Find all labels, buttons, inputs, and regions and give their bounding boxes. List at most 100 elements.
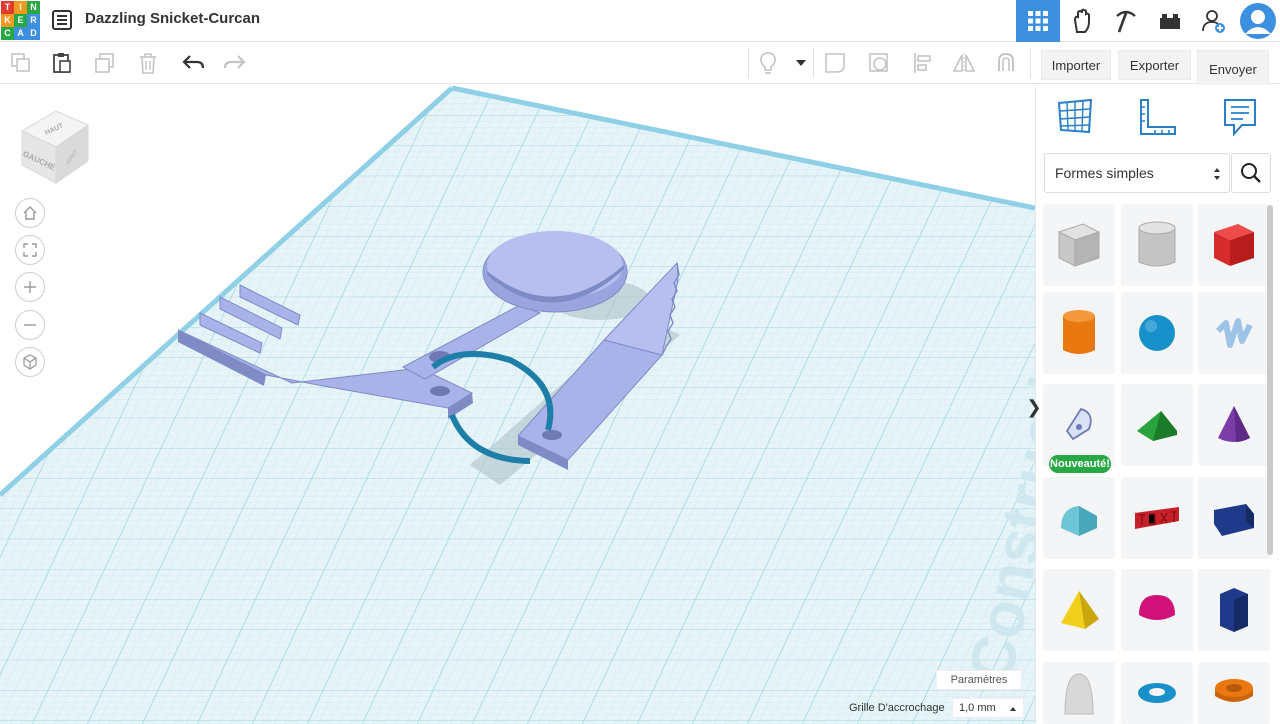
workplane-viewport[interactable]: Construction HAUT GAUCHE AVANT bbox=[0, 85, 1035, 724]
cone-icon bbox=[1218, 406, 1250, 442]
plus-icon bbox=[24, 281, 36, 293]
shape-category-value: Formes simples bbox=[1055, 165, 1154, 181]
scribble-icon bbox=[1215, 318, 1253, 348]
half-sphere-icon bbox=[1139, 595, 1175, 620]
logo-letter: C bbox=[1, 27, 14, 40]
shape-cylinder[interactable] bbox=[1043, 292, 1115, 374]
notes-icon[interactable] bbox=[1222, 97, 1262, 137]
design-list-icon[interactable] bbox=[50, 8, 74, 32]
logo-letter: I bbox=[14, 1, 27, 14]
shapes-scrollbar[interactable] bbox=[1267, 205, 1273, 555]
circuits-icon[interactable] bbox=[1060, 0, 1104, 42]
torus-icon bbox=[1138, 683, 1176, 703]
logo-letter: R bbox=[27, 14, 40, 27]
import-button[interactable]: Importer bbox=[1041, 50, 1111, 80]
pen-tool-icon bbox=[1065, 407, 1092, 441]
logo-letter: T bbox=[1, 1, 14, 14]
search-icon bbox=[1241, 163, 1261, 183]
home-view-button[interactable] bbox=[15, 198, 45, 228]
shape-sphere[interactable] bbox=[1121, 292, 1193, 374]
workplane-canvas[interactable]: Construction bbox=[0, 85, 1035, 724]
wedge-icon bbox=[1214, 504, 1254, 536]
round-roof-icon bbox=[1061, 506, 1097, 536]
shape-tube[interactable] bbox=[1198, 662, 1270, 724]
shape-paraboloid[interactable] bbox=[1043, 662, 1115, 724]
copy-icon[interactable] bbox=[8, 50, 34, 76]
text-shape-icon bbox=[1135, 507, 1179, 529]
logo-letter: K bbox=[1, 14, 14, 27]
magnet-icon[interactable] bbox=[993, 50, 1019, 76]
delete-icon[interactable] bbox=[135, 50, 161, 76]
shape-roof[interactable] bbox=[1121, 384, 1193, 466]
sphere-icon bbox=[1139, 315, 1175, 351]
snap-grid-value: 1,0 mm bbox=[959, 702, 996, 714]
send-to-label: Envoyer bbox=[1209, 62, 1257, 77]
top-right-icons bbox=[1016, 0, 1280, 42]
export-button[interactable]: Exporter bbox=[1118, 50, 1191, 80]
ungroup-icon[interactable] bbox=[866, 50, 892, 76]
shape-box-hole[interactable] bbox=[1043, 204, 1115, 286]
box-icon bbox=[1214, 224, 1254, 266]
redo-icon[interactable] bbox=[222, 50, 248, 76]
group-icon[interactable] bbox=[822, 50, 848, 76]
cylinder-icon bbox=[1063, 310, 1095, 354]
paste-icon[interactable] bbox=[49, 50, 75, 76]
shape-cone[interactable] bbox=[1198, 384, 1270, 466]
shape-polygon[interactable] bbox=[1198, 569, 1270, 651]
logo-letter: D bbox=[27, 27, 40, 40]
duplicate-icon[interactable] bbox=[92, 50, 118, 76]
tinkercad-logo[interactable]: T I N K E R C A D bbox=[0, 0, 40, 40]
toolbar-divider bbox=[813, 48, 814, 78]
pickaxe-icon[interactable] bbox=[1104, 0, 1148, 42]
bricks-icon[interactable] bbox=[1148, 0, 1192, 42]
project-title[interactable]: Dazzling Snicket-Curcan bbox=[85, 10, 260, 27]
select-arrows-icon bbox=[1214, 168, 1220, 180]
align-icon[interactable] bbox=[910, 50, 936, 76]
logo-letter: E bbox=[14, 14, 27, 27]
logo-letter: N bbox=[27, 1, 40, 14]
shape-half-sphere[interactable] bbox=[1121, 569, 1193, 651]
zoom-out-button[interactable] bbox=[15, 310, 45, 340]
logo-letter: A bbox=[14, 27, 27, 40]
view-cube[interactable]: HAUT GAUCHE AVANT bbox=[16, 103, 94, 185]
home-icon bbox=[23, 206, 37, 220]
lightbulb-icon[interactable] bbox=[755, 50, 781, 76]
new-badge: Nouveauté! bbox=[1049, 455, 1111, 473]
pyramid-icon bbox=[1061, 591, 1099, 629]
shape-wedge[interactable] bbox=[1198, 477, 1270, 559]
chevron-right-icon[interactable]: ❯ bbox=[1026, 394, 1042, 420]
shape-box[interactable] bbox=[1198, 204, 1270, 286]
perspective-button[interactable] bbox=[15, 347, 45, 377]
tube-icon bbox=[1215, 679, 1253, 702]
avatar[interactable] bbox=[1236, 0, 1280, 42]
snap-grid-select[interactable]: 1,0 mm bbox=[952, 698, 1024, 718]
roof-icon bbox=[1137, 411, 1177, 441]
toolbar-divider bbox=[748, 48, 749, 78]
shape-text[interactable] bbox=[1121, 477, 1193, 559]
cube-icon bbox=[23, 354, 37, 370]
shape-search-button[interactable] bbox=[1231, 153, 1271, 193]
mirror-icon[interactable] bbox=[951, 50, 977, 76]
fit-all-icon bbox=[23, 243, 37, 257]
shape-new-tool[interactable] bbox=[1043, 384, 1115, 466]
polygon-icon bbox=[1220, 588, 1248, 632]
shape-round-roof[interactable] bbox=[1043, 477, 1115, 559]
settings-button[interactable]: Paramètres bbox=[936, 670, 1022, 690]
chevron-down-icon[interactable] bbox=[788, 50, 814, 76]
add-user-icon[interactable] bbox=[1192, 0, 1236, 42]
zoom-in-button[interactable] bbox=[15, 272, 45, 302]
grid-plane bbox=[0, 88, 1035, 724]
edit-toolbar: Importer Exporter Envoyer vers bbox=[0, 42, 1280, 106]
shape-cylinder-hole[interactable] bbox=[1121, 204, 1193, 286]
undo-icon[interactable] bbox=[180, 50, 206, 76]
ruler-icon[interactable] bbox=[1138, 97, 1178, 137]
cylinder-hole-icon bbox=[1138, 221, 1176, 267]
shape-pyramid[interactable] bbox=[1043, 569, 1115, 651]
shape-scribble[interactable] bbox=[1198, 292, 1270, 374]
3d-view-icon[interactable] bbox=[1016, 0, 1060, 42]
fit-view-button[interactable] bbox=[15, 235, 45, 265]
workplane-icon[interactable] bbox=[1056, 97, 1096, 137]
box-hole-icon bbox=[1057, 223, 1101, 267]
shape-category-select[interactable]: Formes simples bbox=[1044, 153, 1230, 193]
shape-torus[interactable] bbox=[1121, 662, 1193, 724]
